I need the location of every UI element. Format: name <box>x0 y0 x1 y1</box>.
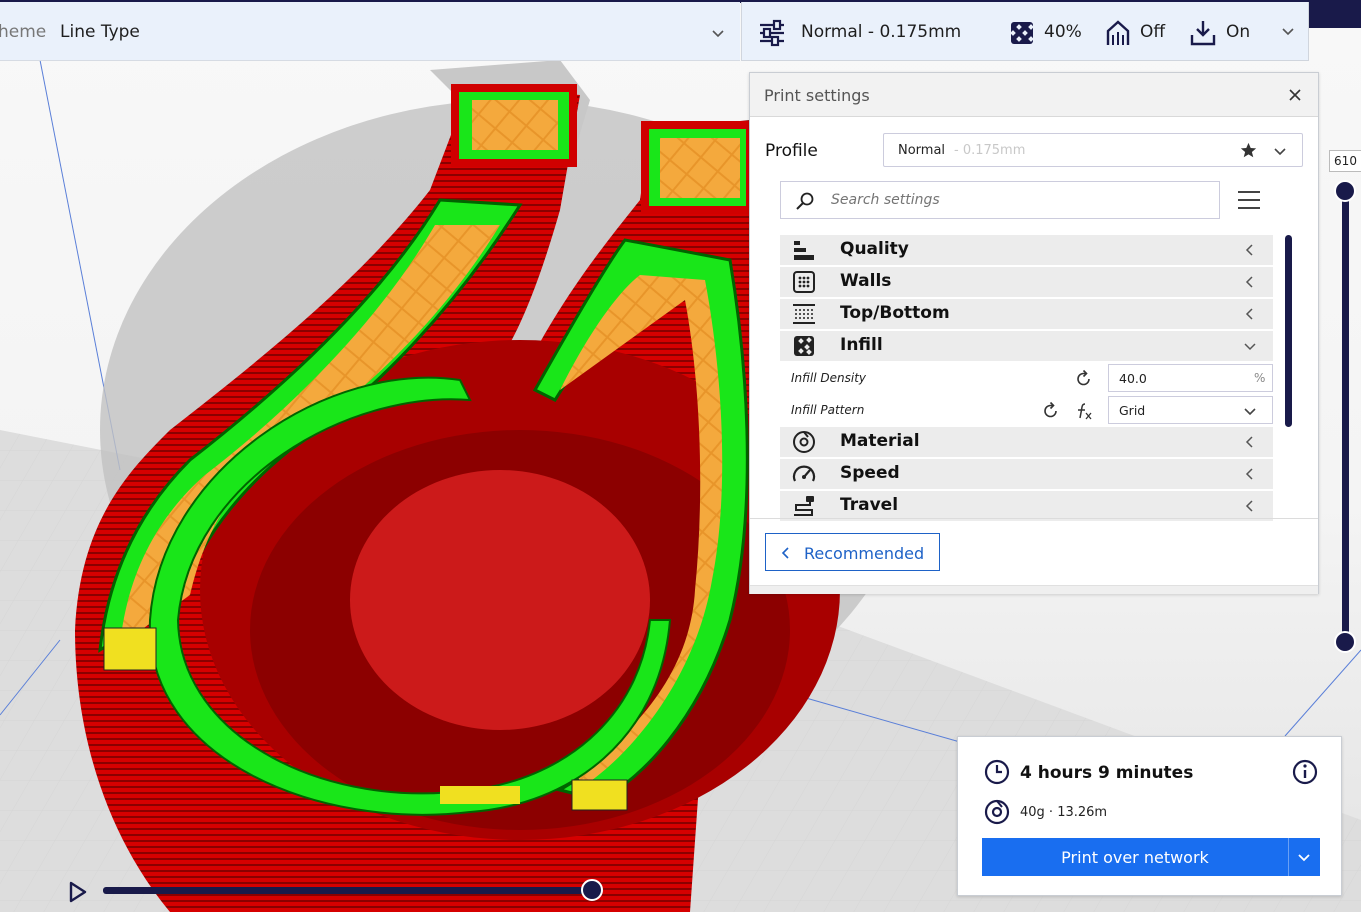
walls-icon <box>793 271 815 293</box>
category-label: Speed <box>840 463 900 483</box>
profile-summary[interactable]: Normal - 0.175mm <box>801 22 961 42</box>
chevron-down-icon[interactable] <box>1296 849 1312 865</box>
category-label: Material <box>840 431 920 451</box>
category-speed[interactable]: Speed <box>780 459 1273 489</box>
chevron-left-icon <box>1245 500 1253 512</box>
quality-icon <box>794 241 814 260</box>
print-button-label: Print over network <box>1061 848 1209 867</box>
category-top-bottom[interactable]: Top/Bottom <box>780 299 1273 329</box>
panel-header: Print settings <box>750 73 1318 117</box>
divider <box>750 518 1318 519</box>
info-icon[interactable] <box>1292 759 1318 785</box>
speed-icon <box>792 465 816 482</box>
top-bottom-icon <box>793 304 815 324</box>
play-icon[interactable] <box>66 879 90 905</box>
chevron-left-icon <box>1245 244 1253 256</box>
close-icon[interactable] <box>1286 86 1304 104</box>
print-time: 4 hours 9 minutes <box>1020 763 1194 783</box>
layer-slider-lower-handle[interactable] <box>1334 631 1356 653</box>
simulation-slider-track[interactable] <box>103 887 593 894</box>
category-label: Top/Bottom <box>840 303 950 323</box>
search-input[interactable] <box>831 192 1201 208</box>
profile-name: Normal <box>898 143 946 158</box>
infill-pattern-label: Infill Pattern <box>791 403 865 417</box>
category-infill[interactable]: Infill <box>780 331 1273 361</box>
layer-slider-track[interactable] <box>1342 190 1349 644</box>
simulation-slider-handle[interactable] <box>581 879 603 901</box>
chevron-down-icon[interactable] <box>1272 143 1288 159</box>
infill-density-value: 40.0 <box>1119 371 1147 386</box>
layer-number[interactable]: 610 <box>1329 150 1361 172</box>
category-label: Infill <box>840 335 883 355</box>
adhesion-icon <box>1190 21 1216 46</box>
chevron-left-icon <box>1245 436 1253 448</box>
infill-pattern-select[interactable]: Grid <box>1108 396 1273 424</box>
profile-layer-height: - 0.175mm <box>954 143 1026 158</box>
chevron-left-icon <box>781 547 789 559</box>
infill-density-unit: % <box>1254 371 1266 385</box>
divider <box>1288 838 1289 876</box>
infill-summary[interactable]: 40% <box>1044 22 1082 42</box>
support-icon <box>1106 20 1130 45</box>
settings-menu-icon[interactable] <box>1236 187 1262 213</box>
window-corner <box>1309 0 1361 28</box>
chevron-left-icon <box>1245 468 1253 480</box>
material-usage: 40g · 13.26m <box>1020 805 1108 820</box>
infill-icon <box>1010 22 1034 44</box>
layer-slider-upper-handle[interactable] <box>1334 180 1356 202</box>
support-summary[interactable]: Off <box>1140 22 1165 42</box>
print-over-network-button[interactable]: Print over network <box>982 838 1320 876</box>
color-scheme-select[interactable]: Line Type <box>60 22 140 42</box>
color-scheme-label: heme <box>0 22 47 42</box>
print-setup-bar[interactable]: Normal - 0.175mm 40% Off On <box>741 2 1309 61</box>
material-icon <box>793 431 815 453</box>
category-walls[interactable]: Walls <box>780 267 1273 297</box>
category-quality[interactable]: Quality <box>780 235 1273 265</box>
search-settings-box[interactable] <box>780 181 1220 219</box>
reset-icon[interactable] <box>1041 401 1061 421</box>
recommended-button[interactable]: Recommended <box>765 533 940 571</box>
star-icon[interactable] <box>1240 142 1257 159</box>
category-label: Travel <box>840 495 899 515</box>
recommended-label: Recommended <box>804 544 925 563</box>
category-material[interactable]: Material <box>780 427 1273 457</box>
panel-title: Print settings <box>764 86 870 105</box>
infill-icon <box>794 336 814 356</box>
function-icon[interactable] <box>1074 401 1094 421</box>
reset-icon[interactable] <box>1074 369 1094 389</box>
profile-select[interactable]: Normal - 0.175mm <box>883 133 1303 167</box>
infill-density-label: Infill Density <box>791 371 866 385</box>
clock-icon <box>984 759 1010 785</box>
settings-scrollbar[interactable] <box>1285 235 1292 427</box>
color-scheme-bar[interactable]: heme Line Type <box>0 2 740 61</box>
category-label: Quality <box>840 239 909 259</box>
panel-resize-handle[interactable] <box>750 585 1318 594</box>
travel-icon <box>794 496 814 516</box>
chevron-left-icon <box>1245 276 1253 288</box>
adhesion-summary[interactable]: On <box>1226 22 1250 42</box>
category-travel[interactable]: Travel <box>780 491 1273 521</box>
sliders-icon <box>760 19 784 47</box>
chevron-left-icon <box>1245 308 1253 320</box>
chevron-down-icon <box>1244 343 1256 351</box>
category-label: Walls <box>840 271 892 291</box>
profile-label: Profile <box>765 141 818 161</box>
job-specs-panel: 4 hours 9 minutes 40g · 13.26m Print ove… <box>957 736 1342 896</box>
infill-pattern-value: Grid <box>1119 403 1146 418</box>
infill-density-field[interactable]: 40.0 % <box>1108 364 1273 392</box>
material-spool-icon <box>984 799 1010 825</box>
chevron-down-icon[interactable] <box>710 25 726 41</box>
print-settings-panel: Print settings Profile Normal - 0.175mm … <box>749 72 1319 594</box>
chevron-down-icon <box>1244 408 1256 416</box>
search-icon <box>796 192 814 210</box>
chevron-down-icon[interactable] <box>1280 23 1296 39</box>
